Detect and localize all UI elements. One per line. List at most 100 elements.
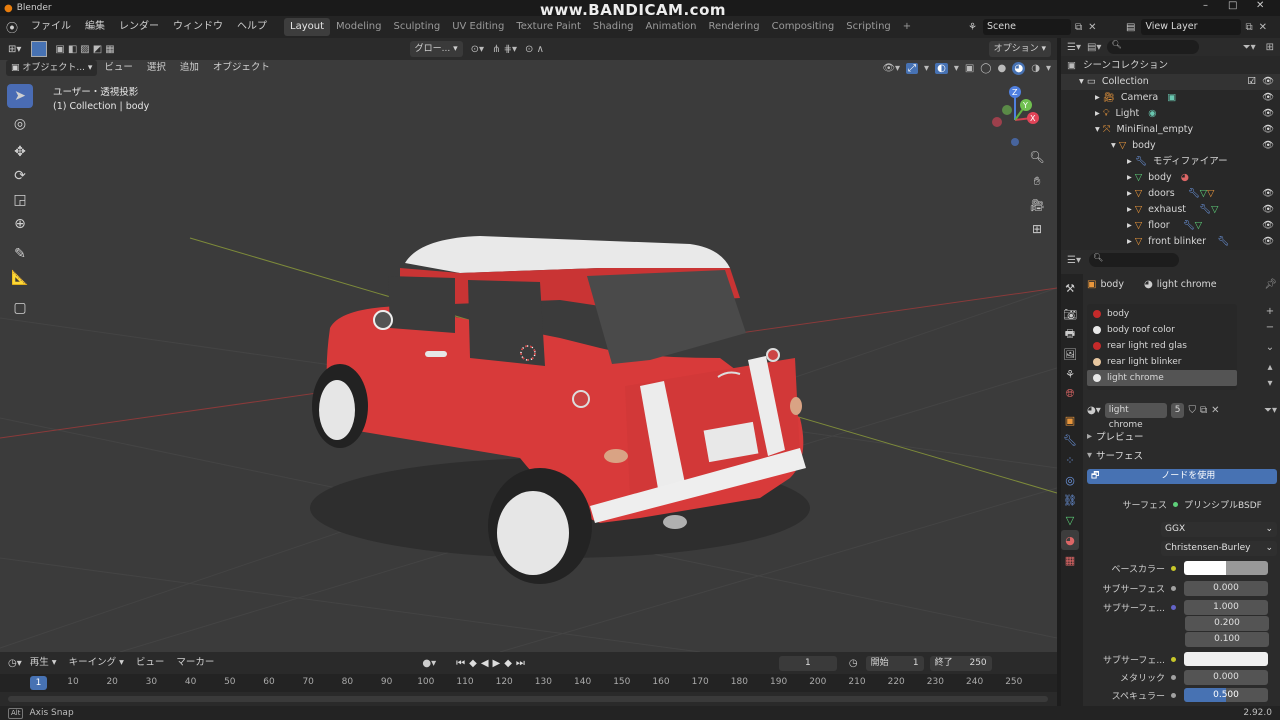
material-slot-1[interactable]: body roof color	[1087, 322, 1237, 338]
xray-icon[interactable]: ▣	[965, 63, 974, 74]
snap-icon[interactable]: ⋔ ⋕▾	[492, 44, 517, 55]
blender-menu-icon[interactable]: ⦿	[0, 19, 24, 36]
timeline-editor-icon[interactable]: ◷▾	[8, 658, 22, 669]
radius-z-field[interactable]: 0.100	[1185, 632, 1269, 647]
tab-rendering[interactable]: Rendering	[703, 18, 766, 36]
3d-viewport[interactable]: ⊞▾ ▣◧▨◩▦ グロー... ▾ ⊙▾ ⋔ ⋕▾ ⊙ ∧ オプション ▾ ▣ …	[0, 38, 1057, 652]
outliner-row-body-mesh[interactable]: ▸ ▽ body ◕	[1061, 170, 1280, 186]
options-dropdown[interactable]: オプション ▾	[988, 41, 1051, 57]
tab-compositing[interactable]: Compositing	[766, 18, 841, 36]
outliner-row-camera[interactable]: ▸ 🎥︎ Camera ▣ 👁︎	[1061, 90, 1280, 106]
modifier-tab-icon[interactable]: 🔧︎	[1061, 430, 1079, 450]
remove-slot-icon[interactable]: −	[1263, 320, 1277, 336]
outliner-row-modifiers[interactable]: ▸ 🔧︎ モディファイアー	[1061, 154, 1280, 170]
shader-dropdown[interactable]: プリンシプルBSDF	[1184, 498, 1262, 511]
viewport-menu-add[interactable]: 追加	[173, 58, 206, 78]
preview-panel-header[interactable]: ▸ プレビュー	[1087, 428, 1277, 444]
overlay-icon[interactable]: ◐	[935, 62, 948, 74]
tab-animation[interactable]: Animation	[640, 18, 703, 36]
scene-name[interactable]: Scene	[982, 19, 1071, 35]
tab-texture-paint[interactable]: Texture Paint	[510, 18, 587, 36]
data-tab-icon[interactable]: ▽	[1061, 510, 1079, 530]
pan-hand-icon[interactable]: ✋︎	[1026, 174, 1048, 198]
viewport-menu-view[interactable]: ビュー	[97, 58, 140, 78]
eye-icon[interactable]: 👁︎	[1262, 218, 1274, 234]
eye-icon[interactable]: 👁︎	[1262, 122, 1274, 138]
cursor-tool-icon[interactable]: ◎	[7, 112, 33, 136]
menu-window[interactable]: ウィンドウ	[166, 16, 230, 38]
particles-tab-icon[interactable]: ⁘	[1061, 450, 1079, 470]
visibility-icon[interactable]: 👁▾	[882, 63, 900, 74]
shading-solid-icon[interactable]: ●	[998, 63, 1007, 74]
select-tool-icon[interactable]: ➤	[7, 84, 33, 108]
checkbox-icon[interactable]: ☑	[1247, 74, 1256, 90]
material-name-field[interactable]: light chrome	[1104, 402, 1167, 430]
tool-tab-icon[interactable]: ⚒	[1061, 278, 1079, 298]
navigation-gizmo[interactable]: Z X Y	[985, 84, 1045, 154]
shading-material-icon[interactable]: ◕	[1012, 61, 1026, 75]
expand-icon[interactable]: ▾	[1111, 140, 1116, 151]
expand-icon[interactable]: ▸	[1127, 172, 1132, 183]
outliner-row-doors[interactable]: ▸ ▽ doors 🔧︎▽▽ 👁︎	[1061, 186, 1280, 202]
display-mode-icon[interactable]: ▤▾	[1087, 42, 1101, 53]
fake-user-icon[interactable]: ⛉	[1188, 405, 1196, 416]
car-model[interactable]	[310, 236, 810, 584]
tab-sculpting[interactable]: Sculpting	[388, 18, 447, 36]
eye-icon[interactable]: 👁︎	[1262, 202, 1274, 218]
material-slot-2[interactable]: rear light red glas	[1087, 338, 1237, 354]
add-workspace-icon[interactable]: +	[897, 18, 917, 36]
pin-icon[interactable]: 📌︎	[1264, 279, 1277, 290]
close-icon[interactable]: ✕	[1256, 0, 1264, 11]
end-frame-field[interactable]: 終了 250	[929, 655, 992, 671]
slot-menu-icon[interactable]: ⌄	[1263, 340, 1277, 356]
rotate-tool-icon[interactable]: ⟳	[7, 164, 33, 188]
transform-tool-icon[interactable]: ⊕	[7, 212, 33, 236]
mode-dropdown[interactable]: ▣ オブジェクト... ▾	[6, 60, 98, 76]
world-tab-icon[interactable]: 🌐︎	[1061, 384, 1079, 404]
expand-icon[interactable]: ▾	[1095, 124, 1100, 135]
playback-controls[interactable]: ⏮◆◀▶◆⏭	[456, 658, 529, 669]
material-slot-4[interactable]: light chrome	[1087, 370, 1237, 386]
view-layer-selector[interactable]: ▤ View Layer ⧉ ✕	[1126, 19, 1267, 35]
record-icon[interactable]: ●▾	[422, 658, 436, 669]
timeline-scrollbar[interactable]	[8, 696, 1048, 702]
menu-render[interactable]: レンダー	[112, 16, 166, 38]
metallic-field[interactable]: 0.000	[1184, 669, 1268, 685]
expand-icon[interactable]: ▸	[1095, 92, 1100, 103]
tab-layout[interactable]: Layout	[284, 18, 330, 36]
outliner-row-empty[interactable]: ▾ ⤧ MiniFinal_empty 👁︎	[1061, 122, 1280, 138]
camera-view-icon[interactable]: 🎥︎	[1026, 198, 1048, 222]
transform-orientation[interactable]: グロー... ▾	[409, 41, 463, 57]
outliner-editor-icon[interactable]: ☰▾	[1067, 42, 1081, 53]
specular-slider[interactable]: 0.500	[1184, 688, 1268, 702]
ortho-grid-icon[interactable]: ⊞	[1026, 222, 1048, 246]
outliner-row-light[interactable]: ▸ 💡︎ Light ◉ 👁︎	[1061, 106, 1280, 122]
scene-tab-icon[interactable]: ⚘	[1061, 364, 1079, 384]
measure-tool-icon[interactable]: 📐	[7, 266, 33, 290]
minimize-icon[interactable]: –	[1203, 0, 1208, 11]
output-tab-icon[interactable]: 🖶	[1061, 324, 1079, 344]
properties-editor-icon[interactable]: ☰▾	[1067, 255, 1081, 266]
base-color-swatch[interactable]	[1184, 561, 1268, 575]
viewport-scene[interactable]	[0, 38, 1057, 652]
eye-icon[interactable]: 👁︎	[1262, 106, 1274, 122]
delete-scene-icon[interactable]: ✕	[1088, 22, 1096, 33]
view-layer-tab-icon[interactable]: 🖼︎	[1061, 344, 1079, 364]
properties-search[interactable]: 🔍︎	[1088, 253, 1179, 267]
zoom-icon[interactable]: 🔍︎	[1026, 150, 1048, 174]
eye-icon[interactable]: 👁︎	[1262, 138, 1274, 154]
scene-selector[interactable]: ⚘ Scene ⧉ ✕	[968, 19, 1097, 35]
proportional-edit-icon[interactable]: ⊙ ∧	[525, 44, 544, 55]
surface-panel-header[interactable]: ▾ サーフェス	[1087, 447, 1277, 463]
material-slot-3[interactable]: rear light blinker	[1087, 354, 1237, 370]
subsurface-color-swatch[interactable]	[1184, 652, 1268, 666]
menu-edit[interactable]: 編集	[78, 16, 112, 38]
user-count[interactable]: 5	[1170, 402, 1185, 418]
viewport-menu-select[interactable]: 選択	[140, 58, 173, 78]
outliner-row-body[interactable]: ▾ ▽ body 👁︎	[1061, 138, 1280, 154]
eye-icon[interactable]: 👁︎	[1262, 90, 1274, 106]
maximize-icon[interactable]: □	[1228, 0, 1237, 11]
distribution-dropdown[interactable]: GGX ⌄	[1161, 522, 1277, 537]
unlink-material-icon[interactable]: ✕	[1211, 405, 1219, 416]
delete-view-layer-icon[interactable]: ✕	[1259, 22, 1267, 33]
